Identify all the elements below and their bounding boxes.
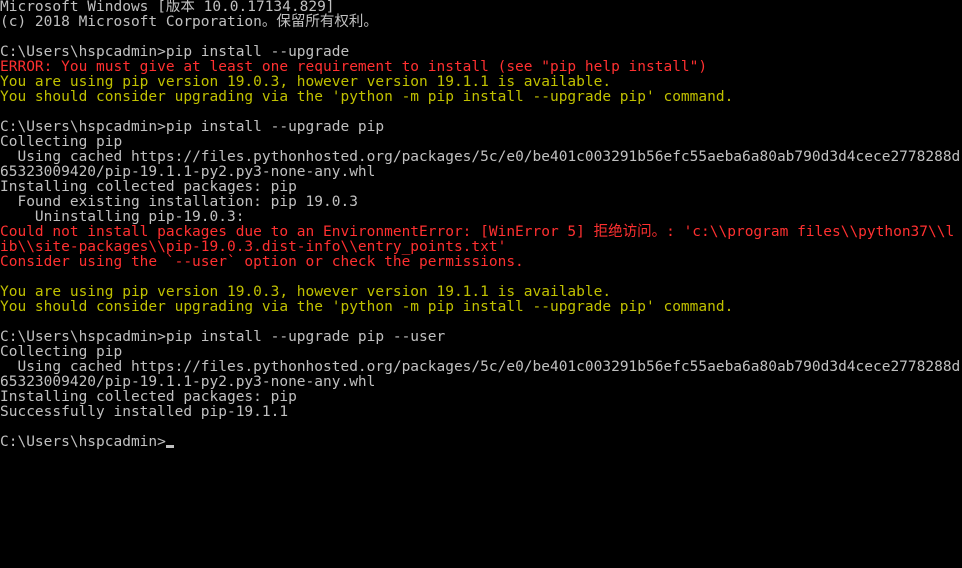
terminal-line: You should consider upgrading via the 'p… [0, 90, 962, 105]
terminal-line: You are using pip version 19.0.3, howeve… [0, 285, 962, 300]
terminal-line: Uninstalling pip-19.0.3: [0, 210, 962, 225]
terminal-line [0, 30, 962, 45]
terminal-line: Installing collected packages: pip [0, 180, 962, 195]
terminal-prompt[interactable]: C:\Users\hspcadmin> [0, 435, 962, 450]
terminal-line: ERROR: You must give at least one requir… [0, 60, 962, 75]
terminal-line: Successfully installed pip-19.1.1 [0, 405, 962, 420]
terminal-line: You should consider upgrading via the 'p… [0, 300, 962, 315]
terminal-line: C:\Users\hspcadmin>pip install --upgrade… [0, 330, 962, 345]
terminal-line: Consider using the `--user` option or ch… [0, 255, 962, 270]
terminal-line: (c) 2018 Microsoft Corporation。保留所有权利。 [0, 15, 962, 30]
terminal-line: You are using pip version 19.0.3, howeve… [0, 75, 962, 90]
terminal-line [0, 270, 962, 285]
terminal-line: Installing collected packages: pip [0, 390, 962, 405]
prompt-text: C:\Users\hspcadmin> [0, 434, 166, 450]
terminal-line: C:\Users\hspcadmin>pip install --upgrade [0, 45, 962, 60]
terminal-line: Collecting pip [0, 135, 962, 150]
terminal-line [0, 105, 962, 120]
terminal-line: Found existing installation: pip 19.0.3 [0, 195, 962, 210]
terminal-output[interactable]: Microsoft Windows [版本 10.0.17134.829](c)… [0, 0, 962, 450]
terminal-line: Could not install packages due to an Env… [0, 225, 962, 255]
terminal-line: Microsoft Windows [版本 10.0.17134.829] [0, 0, 962, 15]
terminal-line: Using cached https://files.pythonhosted.… [0, 150, 962, 180]
terminal-line [0, 420, 962, 435]
terminal-line: Using cached https://files.pythonhosted.… [0, 360, 962, 390]
terminal-line: C:\Users\hspcadmin>pip install --upgrade… [0, 120, 962, 135]
terminal-line: Collecting pip [0, 345, 962, 360]
cursor-icon [166, 445, 174, 448]
terminal-line [0, 315, 962, 330]
